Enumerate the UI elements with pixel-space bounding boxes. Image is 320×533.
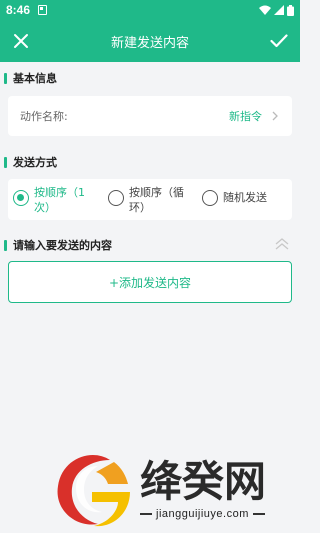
close-icon[interactable]: [10, 30, 32, 52]
content-title: 请输入要发送的内容: [13, 239, 112, 252]
content-header: 请输入要发送的内容: [4, 237, 112, 253]
radio-label: 按顺序（1次）: [34, 186, 85, 214]
send-mode-title: 发送方式: [13, 156, 57, 169]
basic-info-header: 基本信息: [4, 70, 57, 86]
action-name-row[interactable]: 动作名称: 新指令: [8, 96, 292, 136]
radio-option-sequential-once[interactable]: 按顺序（1次）: [13, 185, 94, 215]
radio-checked-icon[interactable]: [13, 190, 29, 206]
radio-label: 按顺序（循环）: [129, 186, 184, 214]
page-title: 新建发送内容: [110, 35, 189, 51]
check-icon[interactable]: [268, 30, 290, 52]
divider: [252, 513, 265, 515]
wifi-icon: [259, 5, 271, 15]
send-mode-header: 发送方式: [4, 154, 57, 170]
watermark-url: jiangguijiuye.com: [140, 508, 265, 520]
radio-option-sequential-loop[interactable]: 按顺序（循环）: [108, 185, 189, 215]
send-mode-options: 按顺序（1次） 按顺序（循环） 随机发送: [8, 179, 292, 220]
status-icons: [259, 4, 294, 16]
radio-option-random[interactable]: 随机发送: [202, 185, 283, 206]
add-content-button[interactable]: +添加发送内容: [8, 261, 292, 303]
add-content-label: +添加发送内容: [108, 275, 192, 290]
radio-unchecked-icon[interactable]: [202, 190, 218, 206]
status-bar: 8:46: [0, 0, 300, 20]
radio-label: 随机发送: [223, 191, 267, 204]
basic-info-title: 基本信息: [13, 72, 57, 85]
chevron-right-icon: [272, 111, 280, 121]
watermark-url-text: jiangguijiuye.com: [156, 508, 249, 520]
divider: [140, 513, 152, 515]
action-name-label: 动作名称:: [20, 110, 68, 123]
battery-icon: [287, 4, 294, 16]
radio-unchecked-icon[interactable]: [108, 190, 124, 206]
section-marker: [4, 72, 7, 84]
watermark-logo: [57, 455, 130, 527]
status-time: 8:46: [6, 3, 31, 17]
section-marker: [4, 156, 7, 168]
watermark: 绛癸网 jiangguijiuye.com: [0, 440, 300, 533]
section-marker: [4, 239, 7, 251]
app-bar: 新建发送内容: [0, 20, 300, 62]
signal-icon: [274, 5, 284, 15]
action-name-value: 新指令: [229, 110, 262, 123]
collapse-up-icon[interactable]: [274, 236, 290, 252]
watermark-brand: 绛癸网: [140, 457, 267, 506]
app-notification-icon: [38, 5, 48, 15]
